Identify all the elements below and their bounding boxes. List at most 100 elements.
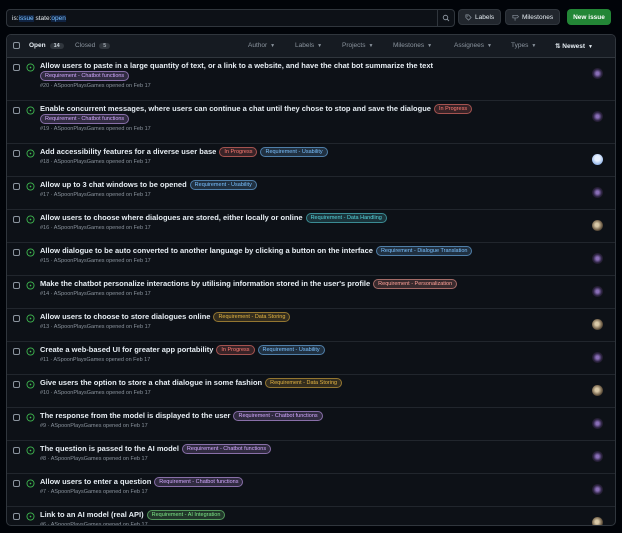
issue-title[interactable]: Make the chatbot personalize interaction… (40, 279, 370, 288)
issue-checkbox[interactable] (13, 183, 20, 190)
issue-title[interactable]: The response from the model is displayed… (40, 411, 230, 420)
issues-panel: Open 14 Closed 5 Author ▼ Labels ▼ Project… (6, 34, 616, 526)
search-button[interactable] (437, 10, 454, 26)
issue-title-line: The question is passed to the AI model Re… (40, 444, 585, 454)
list-item[interactable]: Link to an AI model (real API) Requiremen… (7, 507, 615, 525)
issue-label[interactable]: Requirement - Usability (260, 147, 328, 157)
issue-label[interactable]: Requirement - Chatbot functions (154, 477, 244, 487)
avatar[interactable] (592, 451, 603, 462)
tab-closed-label: Closed (75, 42, 96, 49)
select-all-checkbox[interactable] (13, 42, 20, 49)
avatar[interactable] (592, 352, 603, 363)
issue-label[interactable]: Requirement - Dialogue Translation (375, 246, 473, 256)
issue-checkbox[interactable] (13, 480, 20, 487)
issue-content: Make the chatbot personalize interaction… (40, 279, 585, 298)
issue-label[interactable]: Requirement - Data Handling (305, 213, 387, 223)
filter-types[interactable]: Types ▼ (511, 42, 536, 49)
tab-open[interactable]: Open 14 (29, 42, 64, 49)
avatar[interactable] (592, 286, 603, 297)
issue-label[interactable]: Requirement - Usability (257, 345, 325, 355)
list-item[interactable]: Allow dialogue to be auto converted to a… (7, 243, 615, 276)
list-item[interactable]: Give users the option to store a chat di… (7, 375, 615, 408)
avatar[interactable] (592, 253, 603, 264)
list-item[interactable]: Allow up to 3 chat windows to be opened R… (7, 177, 615, 210)
issue-title[interactable]: Add accessibility features for a diverse… (40, 147, 216, 156)
avatar[interactable] (592, 484, 603, 495)
search-input[interactable]: is:issue state:open (6, 9, 455, 27)
issue-title[interactable]: Allow dialogue to be auto converted to a… (40, 246, 373, 255)
issue-checkbox[interactable] (13, 107, 20, 114)
issue-label[interactable]: Requirement - AI Integration (146, 510, 226, 520)
list-item[interactable]: Enable concurrent messages, where users … (7, 101, 615, 144)
issue-checkbox[interactable] (13, 315, 20, 322)
filter-assignees[interactable]: Assignees ▼ (454, 42, 492, 49)
issue-checkbox[interactable] (13, 282, 20, 289)
issue-content: Add accessibility features for a diverse… (40, 147, 585, 166)
sort-newest-label: Newest (562, 43, 586, 50)
list-item[interactable]: Allow users to choose to store dialogues… (7, 309, 615, 342)
avatar[interactable] (592, 220, 603, 231)
labels-button[interactable]: Labels (458, 9, 502, 25)
sort-newest[interactable]: ⇅ Newest ▼ (555, 42, 593, 50)
issue-title[interactable]: The question is passed to the AI model (40, 444, 179, 453)
issue-label[interactable]: Requirement - Chatbot functions (233, 411, 323, 421)
avatar[interactable] (592, 68, 603, 79)
filter-labels[interactable]: Labels ▼ (295, 42, 322, 49)
avatar[interactable] (592, 418, 603, 429)
issue-checkbox[interactable] (13, 513, 20, 520)
avatar[interactable] (592, 154, 603, 165)
issue-label[interactable]: Requirement - Usability (189, 180, 257, 190)
issue-title-line: Allow up to 3 chat windows to be opened R… (40, 180, 585, 190)
issue-label[interactable]: In Progress (433, 104, 473, 114)
avatar[interactable] (592, 187, 603, 198)
issue-content: Enable concurrent messages, where users … (40, 104, 585, 133)
issue-title[interactable]: Allow users to choose to store dialogues… (40, 312, 210, 321)
issue-checkbox[interactable] (13, 414, 20, 421)
labels-button-label: Labels (475, 13, 495, 21)
issue-checkbox[interactable] (13, 447, 20, 454)
chevron-down-icon: ▼ (270, 43, 276, 49)
issue-title[interactable]: Enable concurrent messages, where users … (40, 104, 431, 113)
issue-title[interactable]: Give users the option to store a chat di… (40, 378, 262, 387)
list-item[interactable]: The response from the model is displayed… (7, 408, 615, 441)
issue-label[interactable]: Requirement - Chatbot functions (181, 444, 272, 454)
avatar[interactable] (592, 319, 603, 330)
issue-label[interactable]: Requirement - Personalization (373, 279, 458, 289)
issue-title[interactable]: Allow users to choose where dialogues ar… (40, 213, 303, 222)
list-item[interactable]: Add accessibility features for a diverse… (7, 144, 615, 177)
issue-label[interactable]: In Progress (219, 147, 258, 157)
issue-content: Allow dialogue to be auto converted to a… (40, 246, 585, 265)
list-item[interactable]: Make the chatbot personalize interaction… (7, 276, 615, 309)
milestones-button[interactable]: Milestones (505, 9, 561, 25)
issue-title[interactable]: Create a web-based UI for greater app po… (40, 345, 213, 354)
issue-title[interactable]: Allow users to paste in a large quantity… (40, 61, 433, 70)
issue-checkbox[interactable] (13, 249, 20, 256)
new-issue-button[interactable]: New issue (567, 9, 611, 25)
list-item[interactable]: Allow users to paste in a large quantity… (7, 58, 615, 101)
issue-label[interactable]: Requirement - Chatbot functions (40, 71, 130, 81)
avatar[interactable] (592, 517, 603, 525)
issue-checkbox[interactable] (13, 64, 20, 71)
avatar[interactable] (592, 385, 603, 396)
filter-author[interactable]: Author ▼ (248, 42, 275, 49)
list-item[interactable]: Allow users to choose where dialogues ar… (7, 210, 615, 243)
issue-title[interactable]: Allow users to enter a question (40, 477, 151, 486)
issue-opened-icon (26, 281, 35, 290)
issue-checkbox[interactable] (13, 150, 20, 157)
issue-label[interactable]: Requirement - Data Storing (213, 312, 291, 322)
issue-title[interactable]: Allow up to 3 chat windows to be opened (40, 180, 187, 189)
issue-checkbox[interactable] (13, 216, 20, 223)
avatar[interactable] (592, 111, 603, 122)
tab-closed[interactable]: Closed 5 (75, 42, 111, 49)
filter-milestones[interactable]: Milestones ▼ (393, 42, 432, 49)
list-item[interactable]: The question is passed to the AI model Re… (7, 441, 615, 474)
issue-checkbox[interactable] (13, 381, 20, 388)
list-item[interactable]: Create a web-based UI for greater app po… (7, 342, 615, 375)
issue-label[interactable]: In Progress (216, 345, 255, 355)
filter-projects[interactable]: Projects ▼ (342, 42, 373, 49)
issue-title[interactable]: Link to an AI model (real API) (40, 510, 144, 519)
list-item[interactable]: Allow users to enter a question Requireme… (7, 474, 615, 507)
issue-label[interactable]: Requirement - Chatbot functions (40, 114, 130, 124)
issue-checkbox[interactable] (13, 348, 20, 355)
issue-label[interactable]: Requirement - Data Storing (265, 378, 343, 388)
